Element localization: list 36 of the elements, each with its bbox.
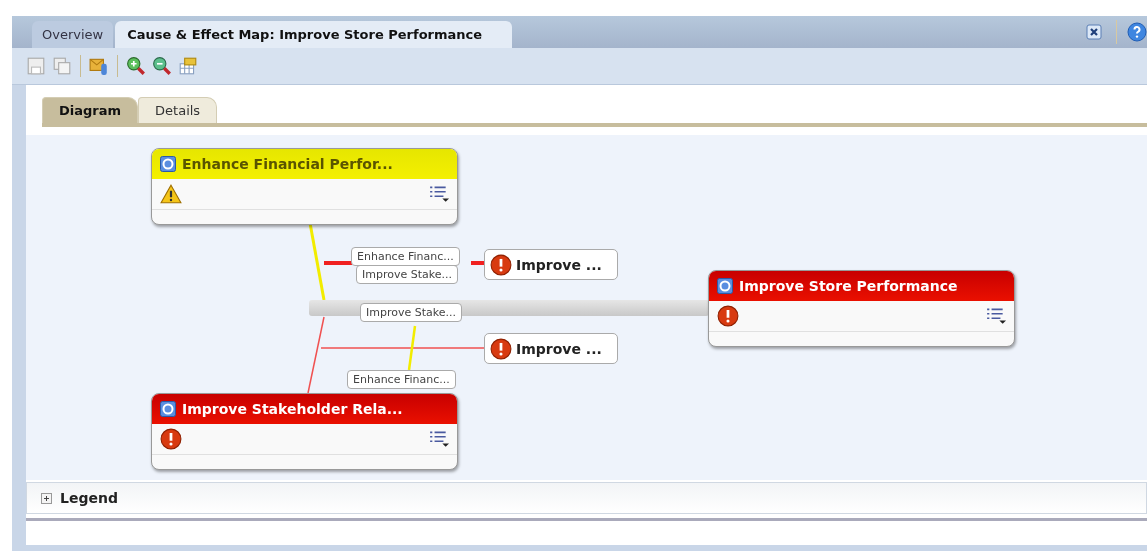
- objective-node[interactable]: Improve ...: [484, 333, 618, 364]
- view-tab[interactable]: Details: [138, 97, 218, 123]
- error-icon: [717, 305, 739, 327]
- list-menu-icon[interactable]: [429, 430, 449, 448]
- node-title: Improve ...: [516, 340, 602, 357]
- link-label[interactable]: Improve Stake...: [356, 265, 458, 284]
- objective-icon: [160, 156, 176, 172]
- help-icon[interactable]: [1127, 22, 1147, 42]
- zoom-in-icon[interactable]: [126, 56, 146, 76]
- expand-icon[interactable]: [41, 492, 52, 504]
- page-tab[interactable]: Cause & Effect Map: Improve Store Performance: [115, 21, 513, 48]
- export-icon[interactable]: [89, 56, 109, 76]
- list-menu-icon[interactable]: [429, 185, 449, 203]
- objective-icon: [160, 401, 176, 417]
- layout-icon[interactable]: [178, 56, 198, 76]
- node-title: Improve ...: [516, 256, 602, 273]
- objective-title: Enhance Financial Perfor...: [182, 156, 393, 172]
- list-menu-icon[interactable]: [986, 307, 1006, 325]
- page-tab[interactable]: Overview: [32, 21, 114, 48]
- zoom-out-icon[interactable]: [152, 56, 172, 76]
- error-icon: [160, 428, 182, 450]
- close-icon[interactable]: [1086, 24, 1102, 40]
- legend-title[interactable]: Legend: [60, 490, 118, 506]
- connector-line: [471, 261, 485, 265]
- link-label[interactable]: Enhance Financ...: [351, 247, 460, 266]
- link-label[interactable]: Enhance Financ...: [347, 370, 456, 389]
- objective-title: Improve Stakeholder Rela...: [182, 401, 403, 417]
- objective-node[interactable]: Enhance Financial Perfor...: [151, 148, 458, 225]
- objective-icon: [717, 278, 733, 294]
- view-tab[interactable]: Diagram: [42, 97, 139, 123]
- objective-node[interactable]: Improve ...: [484, 249, 618, 280]
- objective-title: Improve Store Performance: [739, 278, 958, 294]
- link-label[interactable]: Improve Stake...: [360, 303, 462, 322]
- objective-node[interactable]: Improve Stakeholder Rela...: [151, 393, 458, 470]
- warning-icon: [160, 184, 182, 204]
- objective-node[interactable]: Improve Store Performance: [708, 270, 1015, 347]
